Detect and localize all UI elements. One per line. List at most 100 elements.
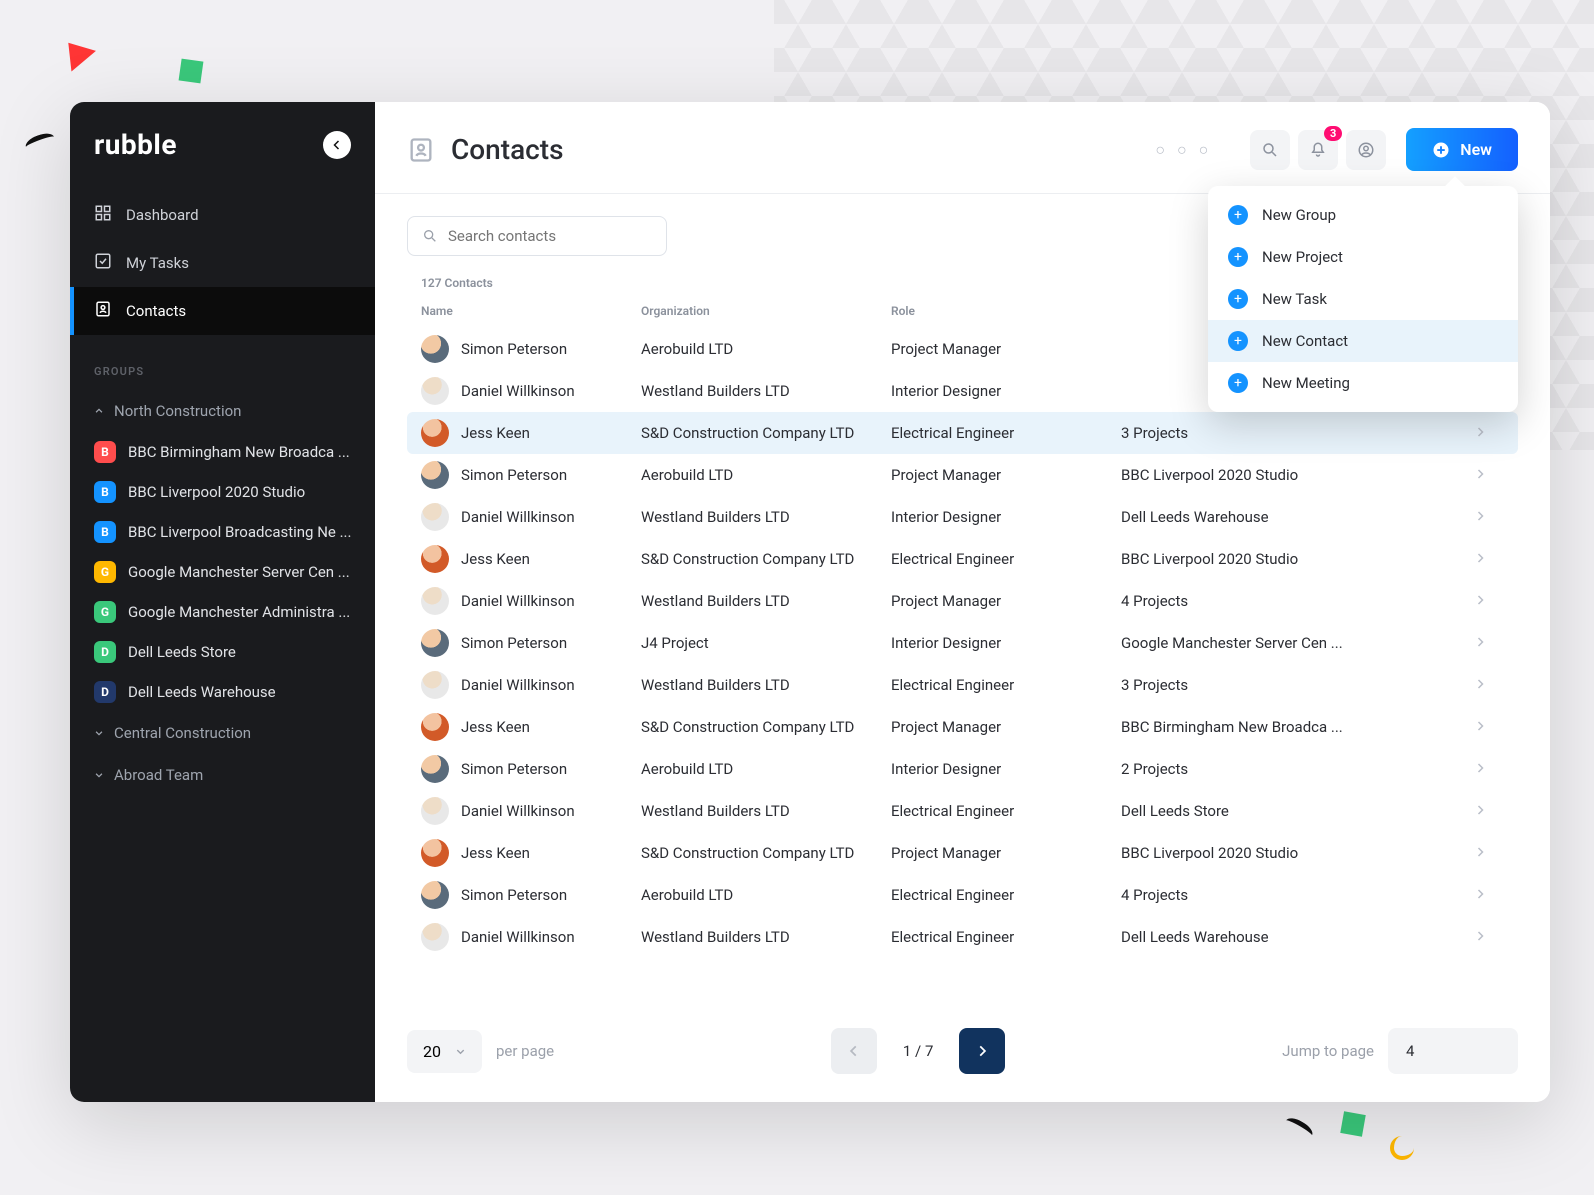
row-chevron[interactable] (1474, 886, 1504, 904)
group-toggle[interactable]: Central Construction (70, 712, 375, 754)
group-item[interactable]: BBBC Liverpool Broadcasting Ne ... (70, 512, 375, 552)
table-row[interactable]: Jess Keen S&D Construction Company LTD P… (407, 832, 1518, 874)
search-input[interactable] (448, 227, 652, 245)
nav-my-tasks[interactable]: My Tasks (70, 239, 375, 287)
row-chevron[interactable] (1474, 466, 1504, 484)
new-menu-item[interactable]: +New Group (1208, 194, 1518, 236)
row-chevron[interactable] (1474, 550, 1504, 568)
new-menu-item[interactable]: +New Contact (1208, 320, 1518, 362)
row-chevron[interactable] (1474, 424, 1504, 442)
nav-label: Contacts (126, 302, 186, 320)
role-cell: Electrical Engineer (891, 550, 1121, 568)
group-item[interactable]: DDell Leeds Warehouse (70, 672, 375, 712)
plus-icon: + (1228, 331, 1248, 351)
check-icon (94, 252, 112, 274)
group-item[interactable]: BBBC Birmingham New Broadca ... (70, 432, 375, 472)
row-chevron[interactable] (1474, 676, 1504, 694)
header: Contacts ○ ○ ○ 3 New (375, 102, 1550, 194)
confetti (24, 130, 57, 153)
group-item-label: BBC Liverpool 2020 Studio (128, 483, 305, 501)
row-chevron[interactable] (1474, 592, 1504, 610)
table-row[interactable]: Jess Keen S&D Construction Company LTD P… (407, 706, 1518, 748)
search-contacts-box[interactable] (407, 216, 667, 256)
app-window: rubble DashboardMy TasksContacts GROUPS … (70, 102, 1550, 1102)
per-page-select[interactable]: 20 (407, 1030, 482, 1073)
table-row[interactable]: Daniel Willkinson Westland Builders LTD … (407, 916, 1518, 958)
collapse-sidebar-button[interactable] (323, 131, 351, 159)
profile-button[interactable] (1346, 130, 1386, 170)
table-row[interactable]: Daniel Willkinson Westland Builders LTD … (407, 580, 1518, 622)
new-menu-item[interactable]: +New Project (1208, 236, 1518, 278)
table-row[interactable]: Simon Peterson Aerobuild LTD Project Man… (407, 454, 1518, 496)
col-org: Organization (641, 304, 891, 318)
new-menu-item[interactable]: +New Task (1208, 278, 1518, 320)
contact-name: Daniel Willkinson (461, 802, 575, 820)
new-button[interactable]: New (1406, 128, 1518, 171)
group-item-label: BBC Liverpool Broadcasting Ne ... (128, 523, 351, 541)
name-cell: Simon Peterson (421, 629, 641, 657)
plus-icon: + (1228, 205, 1248, 225)
role-cell: Electrical Engineer (891, 676, 1121, 694)
group-toggle[interactable]: Abroad Team (70, 754, 375, 796)
confetti (1283, 1114, 1316, 1141)
col-name: Name (421, 304, 641, 318)
row-chevron[interactable] (1474, 802, 1504, 820)
table-row[interactable]: Simon Peterson J4 Project Interior Desig… (407, 622, 1518, 664)
table-row[interactable]: Jess Keen S&D Construction Company LTD E… (407, 538, 1518, 580)
row-chevron[interactable] (1474, 634, 1504, 652)
contact-name: Daniel Willkinson (461, 508, 575, 526)
contact-name: Simon Peterson (461, 634, 567, 652)
plus-icon: + (1228, 289, 1248, 309)
pager: 20 per page 1 / 7 Jump to page (375, 1004, 1550, 1102)
role-cell: Project Manager (891, 844, 1121, 862)
row-chevron[interactable] (1474, 844, 1504, 862)
search-button[interactable] (1250, 130, 1290, 170)
table-row[interactable]: Daniel Willkinson Westland Builders LTD … (407, 496, 1518, 538)
row-chevron[interactable] (1474, 508, 1504, 526)
role-cell: Project Manager (891, 340, 1121, 358)
name-cell: Daniel Willkinson (421, 377, 641, 405)
role-cell: Electrical Engineer (891, 802, 1121, 820)
org-cell: Westland Builders LTD (641, 508, 891, 526)
new-menu-item[interactable]: +New Meeting (1208, 362, 1518, 404)
chevron-up-icon (94, 406, 104, 416)
next-page-button[interactable] (959, 1028, 1005, 1074)
contact-name: Jess Keen (461, 718, 530, 736)
groups-header: GROUPS (70, 335, 375, 390)
nav-dashboard[interactable]: Dashboard (70, 191, 375, 239)
name-cell: Jess Keen (421, 713, 641, 741)
group-item[interactable]: GGoogle Manchester Server Cen ... (70, 552, 375, 592)
row-chevron[interactable] (1474, 928, 1504, 946)
per-page-label: per page (496, 1042, 554, 1060)
jump-label: Jump to page (1282, 1042, 1374, 1060)
more-menu-button[interactable]: ○ ○ ○ (1155, 140, 1212, 160)
group-item[interactable]: B BBC Liverpool 2020 Studio (70, 472, 375, 512)
table-row[interactable]: Simon Peterson Aerobuild LTD Interior De… (407, 748, 1518, 790)
table-row[interactable]: Jess Keen S&D Construction Company LTD E… (407, 412, 1518, 454)
avatar (421, 461, 449, 489)
chevron-left-icon (847, 1044, 861, 1058)
notifications-button[interactable]: 3 (1298, 130, 1338, 170)
group-badge: B (94, 481, 116, 503)
avatar (421, 335, 449, 363)
group-item[interactable]: GGoogle Manchester Administra ... (70, 592, 375, 632)
table-row[interactable]: Simon Peterson Aerobuild LTD Electrical … (407, 874, 1518, 916)
jump-to-page-input[interactable] (1388, 1028, 1518, 1074)
bell-icon (1309, 141, 1327, 159)
table-row[interactable]: Daniel Willkinson Westland Builders LTD … (407, 664, 1518, 706)
group-item[interactable]: DDell Leeds Store (70, 632, 375, 672)
group-toggle[interactable]: North Construction (70, 390, 375, 432)
nav-contacts[interactable]: Contacts (70, 287, 375, 335)
row-chevron[interactable] (1474, 718, 1504, 736)
contact-name: Jess Keen (461, 550, 530, 568)
group-item-label: BBC Birmingham New Broadca ... (128, 443, 350, 461)
avatar (421, 545, 449, 573)
project-cell: Google Manchester Server Cen ... (1121, 634, 1474, 652)
prev-page-button[interactable] (831, 1028, 877, 1074)
avatar (421, 713, 449, 741)
name-cell: Jess Keen (421, 545, 641, 573)
nav-label: Dashboard (126, 206, 199, 224)
row-chevron[interactable] (1474, 760, 1504, 778)
table-row[interactable]: Daniel Willkinson Westland Builders LTD … (407, 790, 1518, 832)
role-cell: Electrical Engineer (891, 424, 1121, 442)
